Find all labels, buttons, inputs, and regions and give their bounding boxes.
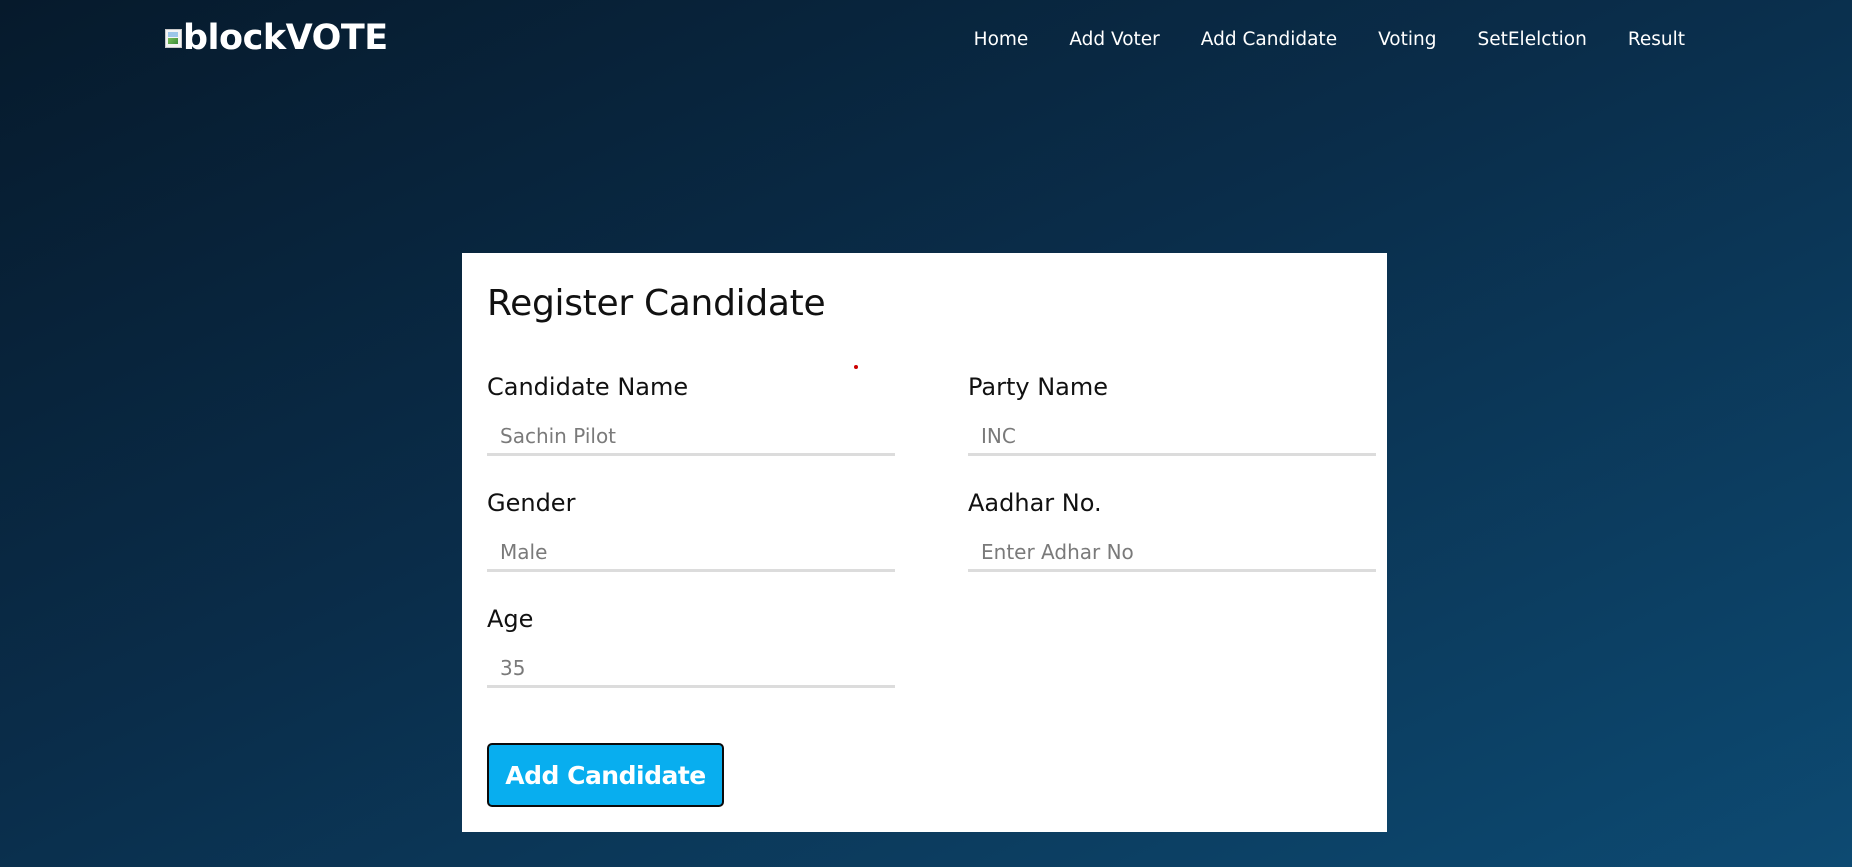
candidate-name-group: Candidate Name [487,373,895,456]
candidate-name-input[interactable] [487,419,895,456]
aadhar-label: Aadhar No. [968,489,1102,517]
add-candidate-button[interactable]: Add Candidate [487,743,724,807]
gender-input[interactable] [487,535,895,572]
nav-add-candidate[interactable]: Add Candidate [1201,29,1337,50]
party-name-group: Party Name [968,373,1376,456]
age-input[interactable] [487,651,895,688]
nav-set-election[interactable]: SetElelction [1477,29,1586,50]
navbar: blockVOTE Home Add Voter Add Candidate V… [0,0,1852,84]
gender-group: Gender [487,489,895,572]
broken-image-icon [165,28,182,48]
aadhar-input[interactable] [968,535,1376,572]
nav-home[interactable]: Home [974,29,1029,50]
logo[interactable]: blockVOTE [165,18,388,58]
candidate-name-label: Candidate Name [487,373,689,401]
register-candidate-card: Register Candidate Candidate Name Party … [462,253,1387,832]
nav-result[interactable]: Result [1628,29,1685,50]
party-name-label: Party Name [968,373,1109,401]
nav-voting[interactable]: Voting [1378,29,1436,50]
aadhar-group: Aadhar No. [968,489,1376,572]
page-title: Register Candidate [487,283,826,324]
party-name-input[interactable] [968,419,1376,456]
gender-label: Gender [487,489,576,517]
age-group: Age [487,605,895,688]
logo-text: blockVOTE [183,18,388,58]
red-dot-marker [854,365,858,369]
age-label: Age [487,605,534,633]
nav-menu: Home Add Voter Add Candidate Voting SetE… [933,29,1685,50]
nav-add-voter[interactable]: Add Voter [1069,29,1159,50]
